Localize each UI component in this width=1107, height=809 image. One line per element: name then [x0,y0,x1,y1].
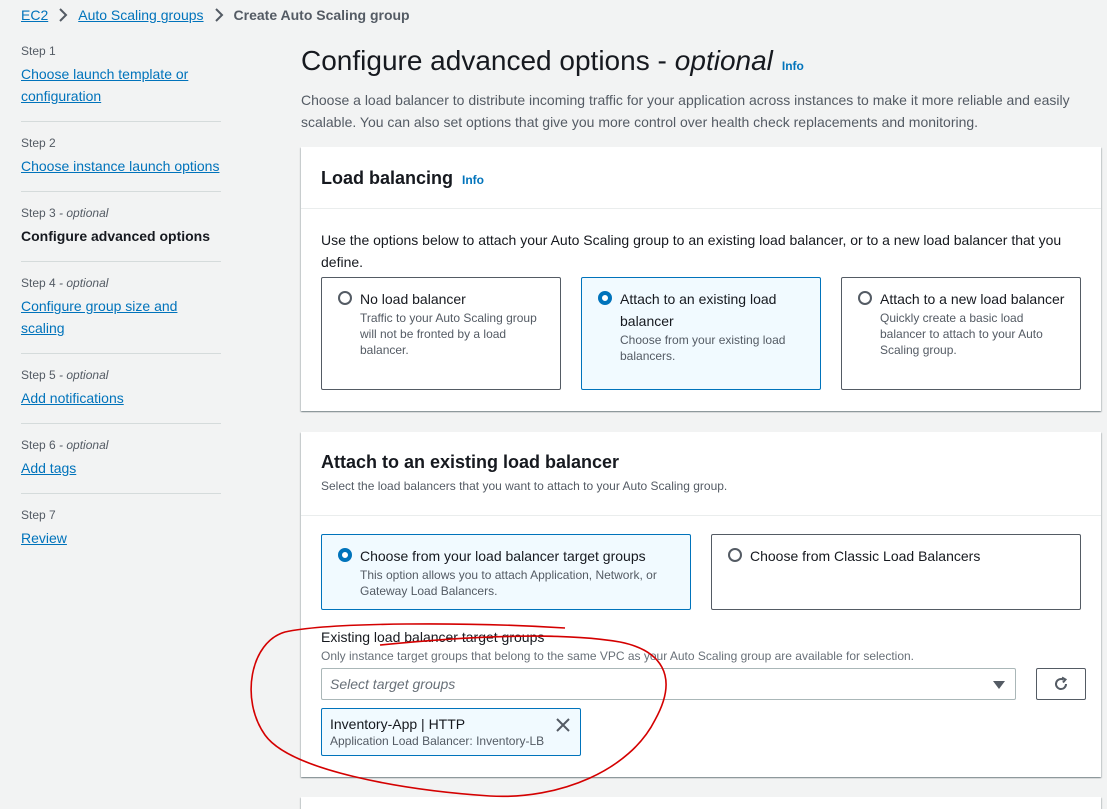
option-title: Attach to a new load balancer [880,291,1065,307]
chevron-right-icon [58,8,68,22]
target-groups-label: Existing load balancer target groups [321,629,545,645]
step-label: Step 4 - optional [21,276,109,290]
select-placeholder: Select target groups [330,676,456,692]
step-1: Step 1 Choose launch template or configu… [21,44,221,122]
load-balancing-panel: Load balancing Info Use the options belo… [301,147,1101,411]
option-desc: Choose from your existing load balancers… [620,333,786,363]
step-label: Step 3 - optional [21,206,109,220]
step-6: Step 6 - optional Add tags [21,438,221,494]
token-title: Inventory-App | HTTP [330,716,466,732]
attach-existing-title: Attach to an existing load balancer [321,452,620,472]
step-7-link[interactable]: Review [21,527,221,549]
breadcrumb: EC2 Auto Scaling groups Create Auto Scal… [21,5,410,25]
step-3-current: Configure advanced options [21,228,211,244]
option-no-load-balancer[interactable]: No load balancer Traffic to your Auto Sc… [321,277,561,390]
option-title: Choose from your load balancer target gr… [360,548,646,564]
step-6-link[interactable]: Add tags [21,457,221,479]
option-classic-load-balancers[interactable]: Choose from Classic Load Balancers [711,534,1081,610]
step-label: Step 7 [21,508,56,522]
panel-header: Attach to an existing load balancer Sele… [301,432,1101,516]
option-target-groups[interactable]: Choose from your load balancer target gr… [321,534,691,610]
option-title: No load balancer [360,291,466,307]
step-5: Step 5 - optional Add notifications [21,368,221,424]
panel-header: Load balancing Info [301,147,1101,209]
step-2-link[interactable]: Choose instance launch options [21,155,221,177]
breadcrumb-ec2-link[interactable]: EC2 [21,7,48,23]
option-attach-existing-load-balancer[interactable]: Attach to an existing load balancer Choo… [581,277,821,390]
radio-icon[interactable] [338,291,352,305]
attach-existing-subtitle: Select the load balancers that you want … [321,479,728,493]
step-label: Step 6 - optional [21,438,109,452]
step-3: Step 3 - optional Configure advanced opt… [21,206,221,262]
radio-icon[interactable] [728,548,742,562]
chevron-right-icon [214,8,224,22]
option-desc: Quickly create a basic load balancer to … [880,311,1043,357]
option-title: Attach to an existing load balancer [620,291,777,329]
step-2: Step 2 Choose instance launch options [21,136,221,192]
breadcrumb-current: Create Auto Scaling group [233,7,410,23]
breadcrumb-auto-scaling-groups-link[interactable]: Auto Scaling groups [78,7,203,23]
next-panel [301,797,1101,809]
page-title: Configure advanced options - optional In… [301,40,1101,87]
info-link[interactable]: Info [462,173,484,187]
option-title: Choose from Classic Load Balancers [750,548,981,564]
step-label: Step 5 - optional [21,368,109,382]
attach-existing-panel: Attach to an existing load balancer Sele… [301,432,1101,777]
token-desc: Application Load Balancer: Inventory-LB [330,734,545,748]
radio-selected-icon[interactable] [598,291,612,305]
step-5-link[interactable]: Add notifications [21,387,221,409]
wizard-steps: Step 1 Choose launch template or configu… [21,44,221,577]
close-icon[interactable] [555,717,571,733]
page-description: Choose a load balancer to distribute inc… [301,92,1070,130]
load-balancing-title: Load balancing Info [321,168,485,188]
refresh-button[interactable] [1036,668,1086,700]
load-balancing-intro: Use the options below to attach your Aut… [321,232,1062,270]
option-attach-new-load-balancer[interactable]: Attach to a new load balancer Quickly cr… [841,277,1081,390]
step-4: Step 4 - optional Configure group size a… [21,276,221,354]
step-label: Step 1 [21,44,56,58]
step-7: Step 7 Review [21,508,221,563]
step-1-link[interactable]: Choose launch template or configuration [21,63,221,107]
target-groups-select[interactable]: Select target groups [321,668,1016,700]
option-desc: This option allows you to attach Applica… [360,568,657,598]
main-header: Configure advanced options - optional In… [301,40,1101,133]
radio-icon[interactable] [858,291,872,305]
info-link[interactable]: Info [782,45,804,87]
target-groups-description: Only instance target groups that belong … [321,649,915,663]
option-desc: Traffic to your Auto Scaling group will … [360,311,537,357]
radio-selected-icon[interactable] [338,548,352,562]
refresh-icon [1055,676,1068,690]
caret-down-icon [993,681,1005,689]
step-label: Step 2 [21,136,56,150]
step-4-link[interactable]: Configure group size and scaling [21,295,221,339]
selected-target-group-token: Inventory-App | HTTP Application Load Ba… [321,708,581,756]
